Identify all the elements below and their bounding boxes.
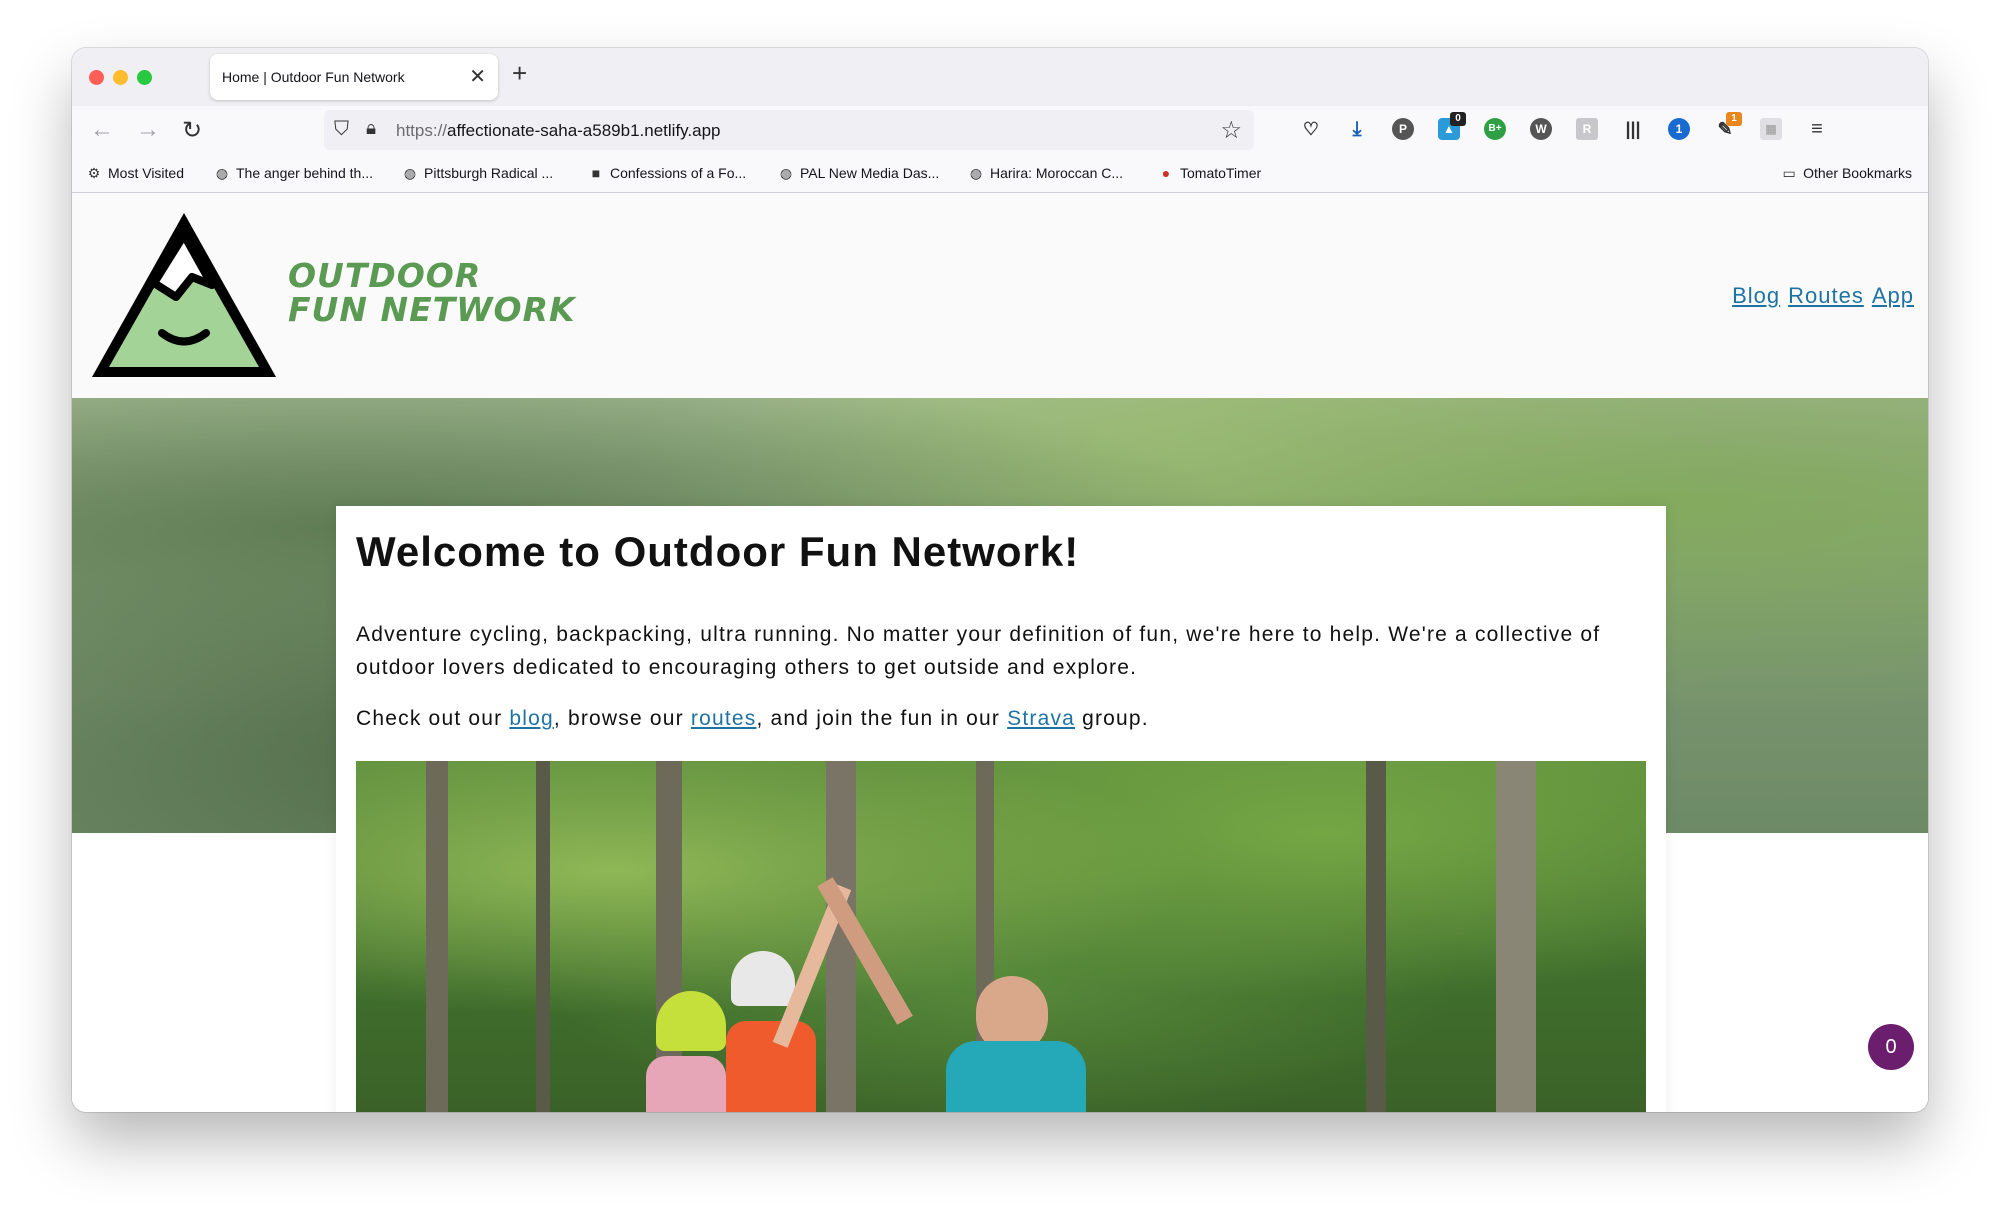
web-page: OUTDOOR FUN NETWORK Blog Routes App Welcom… (72, 193, 1928, 1112)
bookmark-star-icon[interactable]: ☆ (1220, 116, 1242, 145)
bookmark-item[interactable]: ◍ Pittsburgh Radical ... (402, 165, 553, 182)
feather-badge: 1 (1726, 112, 1742, 126)
tracking-shield-icon[interactable]: ⛉ (334, 118, 349, 141)
page-heading: Welcome to Outdoor Fun Network! (356, 528, 1080, 575)
minimize-window-button[interactable] (113, 70, 128, 85)
b-plus-extension-icon[interactable]: B+ (1484, 118, 1506, 140)
reload-icon[interactable]: ↻ (182, 116, 202, 145)
tomato-icon: ● (1161, 165, 1171, 181)
nav-routes-link[interactable]: Routes (1788, 283, 1864, 308)
logo-line-1: OUTDOOR (288, 256, 482, 295)
globe-icon: ◍ (779, 165, 793, 181)
lock-icon[interactable]: 🔒︎ (366, 118, 376, 140)
site-logo-text[interactable]: OUTDOOR FUN NETWORK (288, 259, 576, 327)
notification-badge: 0 (1450, 112, 1466, 126)
nav-blog-link[interactable]: Blog (1732, 283, 1780, 308)
globe-icon: ◍ (215, 165, 229, 181)
logo-line-2: FUN NETWORK (288, 290, 576, 329)
bookmark-item[interactable]: ◍ The anger behind th... (214, 165, 373, 182)
password-manager-icon[interactable]: 1 (1668, 118, 1690, 140)
bookmark-tomatotimer[interactable]: ● TomatoTimer (1158, 165, 1261, 181)
download-icon[interactable]: ⤓ (1346, 118, 1368, 140)
site-header: OUTDOOR FUN NETWORK Blog Routes App (72, 193, 1928, 398)
close-tab-icon[interactable]: ✕ (469, 64, 486, 89)
close-window-button[interactable] (89, 70, 104, 85)
bookmark-most-visited[interactable]: ⚙ Most Visited (86, 165, 184, 182)
address-bar[interactable]: ⛉ 🔒︎ https://affectionate-saha-a589b1.ne… (324, 110, 1254, 150)
maximize-window-button[interactable] (137, 70, 152, 85)
other-bookmarks[interactable]: ▭ Other Bookmarks (1781, 165, 1912, 182)
chat-widget-button[interactable]: 0 (1868, 1024, 1914, 1070)
translate-extension-icon[interactable]: R (1576, 118, 1598, 140)
tab-home[interactable]: Home | Outdoor Fun Network ✕ (210, 54, 498, 100)
intro-paragraph: Adventure cycling, backpacking, ultra ru… (356, 623, 1601, 679)
globe-icon: ◍ (403, 165, 417, 181)
pocket-icon[interactable]: ♡ (1300, 118, 1322, 140)
tab-title: Home | Outdoor Fun Network (222, 69, 405, 85)
blog-link[interactable]: blog (509, 707, 554, 730)
bookmarks-toolbar: ⚙ Most Visited ◍ The anger behind th... ◍ P… (72, 154, 1928, 193)
site-nav: Blog Routes App (1724, 283, 1914, 309)
url-text[interactable]: https://affectionate-saha-a589b1.netlify… (396, 121, 721, 141)
w-extension-icon[interactable]: W (1530, 118, 1552, 140)
nav-app-link[interactable]: App (1872, 283, 1914, 308)
gear-icon: ⚙ (87, 165, 101, 181)
video-icon: ■ (591, 165, 601, 181)
back-icon[interactable]: ← (90, 116, 114, 144)
group-high-five-photo (356, 761, 1646, 1112)
navigation-toolbar: ← → ↻ ⛉ 🔒︎ https://affectionate-saha-a58… (72, 106, 1928, 154)
welcome-card: Welcome to Outdoor Fun Network! Adventur… (336, 506, 1666, 1112)
tab-bar: Home | Outdoor Fun Network ✕ + (72, 48, 1928, 106)
barcode-extension-icon[interactable]: ||| (1622, 118, 1644, 140)
menu-icon[interactable]: ≡ (1806, 118, 1828, 140)
routes-link[interactable]: routes (691, 707, 757, 730)
bookmark-item[interactable]: ■ Confessions of a Fo... (588, 165, 746, 181)
forward-icon[interactable]: → (136, 116, 160, 144)
grid-extension-icon[interactable]: ▦ (1760, 118, 1782, 140)
p-extension-icon[interactable]: P (1392, 118, 1414, 140)
globe-icon: ◍ (969, 165, 983, 181)
cta-paragraph: Check out our blog, browse our routes, a… (356, 707, 1149, 730)
bookmark-item[interactable]: ◍ PAL New Media Das... (778, 165, 939, 182)
browser-window: Home | Outdoor Fun Network ✕ + ← → ↻ ⛉ 🔒… (72, 48, 1928, 1112)
bookmark-item[interactable]: ◍ Harira: Moroccan C... (968, 165, 1123, 182)
folder-icon: ▭ (1782, 165, 1796, 181)
new-tab-button[interactable]: + (512, 58, 527, 89)
mountain-logo-icon[interactable] (84, 205, 284, 383)
strava-link[interactable]: Strava (1007, 707, 1075, 730)
